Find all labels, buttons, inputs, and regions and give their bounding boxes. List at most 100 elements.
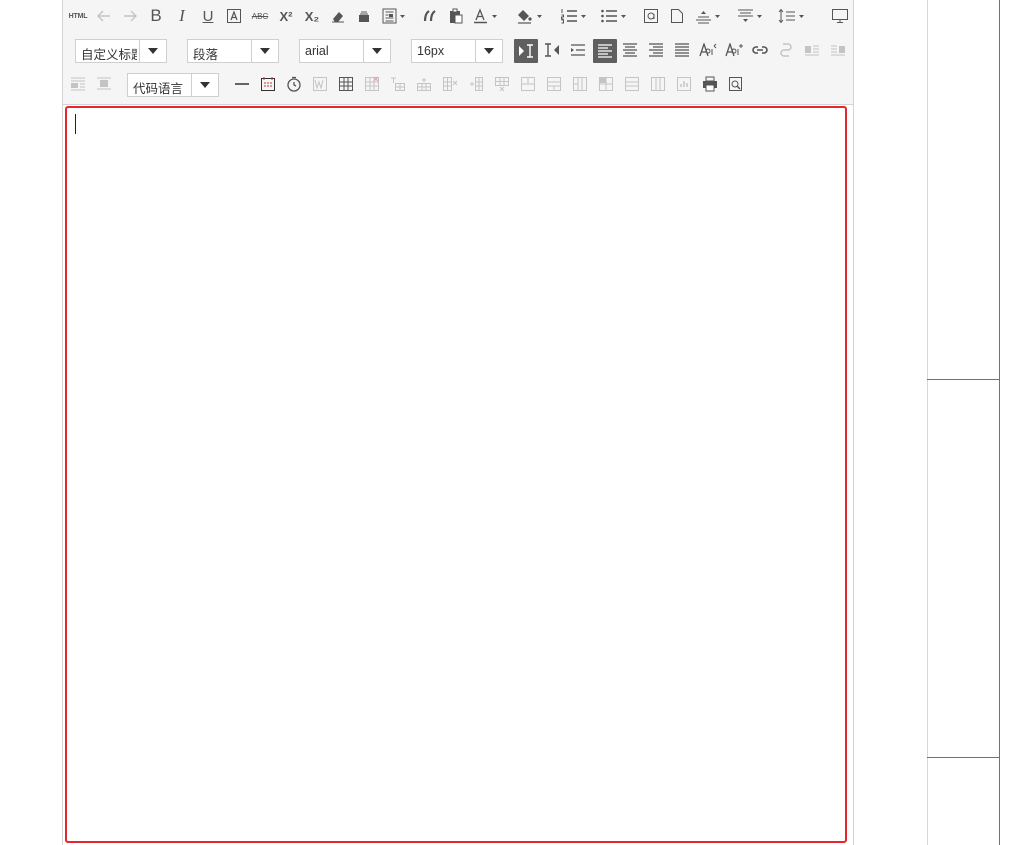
split-to-cells-button[interactable]	[595, 73, 617, 95]
font-color-dropdown[interactable]	[471, 5, 501, 27]
anchor-right-button[interactable]	[827, 39, 849, 61]
font-size-select[interactable]: 16px	[411, 39, 503, 63]
subscript-button[interactable]: X₂	[301, 5, 323, 27]
italic-label: I	[179, 6, 185, 25]
insert-row-button[interactable]	[413, 73, 435, 95]
image-right-icon	[831, 45, 845, 56]
font-border-button[interactable]	[223, 5, 245, 27]
undo-button[interactable]	[93, 5, 115, 27]
horizontal-rule-button[interactable]	[231, 73, 253, 95]
image-center-icon	[97, 77, 111, 90]
image-left-icon	[805, 45, 819, 56]
editor-toolbar: HTML B I U ABC X² X₂ 自定义标 段落 arial 16px …	[63, 0, 853, 105]
indent-button[interactable]	[567, 39, 589, 61]
insert-link-button[interactable]	[749, 39, 771, 61]
merge-cells-icon	[521, 77, 535, 91]
insert-table-button[interactable]	[335, 73, 357, 95]
delete-table-icon	[365, 76, 379, 91]
monitor-icon	[832, 9, 848, 23]
lowercase-button[interactable]	[723, 39, 745, 61]
redo-icon	[124, 10, 137, 22]
split-to-cols-button[interactable]	[647, 73, 669, 95]
delete-column-button[interactable]	[491, 73, 513, 95]
font-family-select[interactable]: arial	[299, 39, 391, 63]
print-button[interactable]	[699, 73, 721, 95]
superscript-button[interactable]: X²	[275, 5, 297, 27]
editor-content-area[interactable]	[65, 106, 847, 843]
chart-button[interactable]	[673, 73, 695, 95]
quote-icon	[423, 10, 436, 22]
underline-button[interactable]: U	[197, 5, 219, 27]
chevron-down-icon	[475, 40, 502, 62]
delete-table-button[interactable]	[361, 73, 383, 95]
paragraph-format-select[interactable]: 段落	[187, 39, 279, 63]
insert-column-icon	[470, 77, 483, 91]
calendar-icon	[261, 77, 275, 91]
italic-button[interactable]: I	[171, 5, 193, 27]
custom-heading-select[interactable]: 自定义标题	[75, 39, 167, 63]
word-image-button[interactable]	[309, 73, 331, 95]
insert-time-button[interactable]	[283, 73, 305, 95]
unlink-button[interactable]	[775, 39, 797, 61]
uppercase-button[interactable]	[697, 39, 719, 61]
strikethrough-button[interactable]: ABC	[249, 5, 271, 27]
search-replace-button[interactable]	[725, 73, 747, 95]
ordered-list-dropdown[interactable]	[559, 5, 589, 27]
superscript-label: X²	[279, 8, 293, 24]
code-language-select[interactable]: 代码语言	[127, 73, 219, 97]
merge-right-icon	[547, 77, 561, 91]
anchor-left-button[interactable]	[801, 39, 823, 61]
background-color-dropdown[interactable]	[515, 5, 545, 27]
unordered-list-dropdown[interactable]	[599, 5, 629, 27]
preview-button[interactable]	[829, 5, 851, 27]
align-right-button[interactable]	[645, 39, 667, 61]
spacing-top-icon	[696, 11, 720, 24]
chevron-down-icon	[251, 40, 278, 62]
text-caret	[75, 114, 76, 134]
insert-frame-button[interactable]	[640, 5, 662, 27]
line-height-dropdown[interactable]	[777, 5, 807, 27]
chevron-down-icon	[139, 40, 166, 62]
underline-label: U	[202, 7, 214, 25]
merge-cells-button[interactable]	[517, 73, 539, 95]
align-center-button[interactable]	[619, 39, 641, 61]
horizontal-rule-icon	[235, 83, 249, 85]
image-center-button[interactable]	[93, 73, 115, 95]
merge-right-button[interactable]	[543, 73, 565, 95]
subscript-label: X₂	[304, 8, 320, 24]
bold-button[interactable]: B	[145, 5, 167, 27]
ordered-list-icon	[561, 9, 586, 24]
blockquote-button[interactable]	[419, 5, 441, 27]
font-size-value: 16px	[417, 44, 445, 58]
paste-button[interactable]	[445, 5, 467, 27]
paragraph-spacing-bottom-dropdown[interactable]	[735, 5, 765, 27]
toolbar-row-2: 自定义标题 段落 arial 16px	[63, 39, 853, 65]
clock-icon	[287, 76, 301, 92]
redo-button[interactable]	[119, 5, 141, 27]
insert-paragraph-before-table-button[interactable]	[387, 73, 409, 95]
remove-format-button[interactable]	[327, 5, 349, 27]
page-divider-right	[999, 0, 1000, 845]
toolbar-row-3: 代码语言	[63, 73, 853, 99]
auto-typeset-button[interactable]	[353, 5, 375, 27]
merge-down-button[interactable]	[569, 73, 591, 95]
bold-label: B	[150, 6, 162, 25]
font-family-value: arial	[305, 44, 329, 58]
split-to-rows-button[interactable]	[621, 73, 643, 95]
align-left-button[interactable]	[593, 39, 617, 63]
html-source-button[interactable]: HTML	[67, 5, 89, 27]
eraser-icon	[332, 12, 344, 23]
paragraph-spacing-top-dropdown[interactable]	[693, 5, 723, 27]
align-justify-button[interactable]	[671, 39, 693, 61]
chevron-down-icon	[363, 40, 390, 62]
toolbar-row-1: HTML B I U ABC X² X₂	[63, 5, 853, 31]
direction-ltr-button[interactable]	[514, 39, 538, 63]
image-none-button[interactable]	[67, 73, 89, 95]
chart-icon	[677, 77, 691, 91]
delete-row-button[interactable]	[439, 73, 461, 95]
page-break-button[interactable]	[666, 5, 688, 27]
direction-rtl-button[interactable]	[541, 39, 563, 61]
insert-date-button[interactable]	[257, 73, 279, 95]
insert-column-button[interactable]	[465, 73, 487, 95]
paste-plain-dropdown[interactable]	[379, 5, 409, 27]
